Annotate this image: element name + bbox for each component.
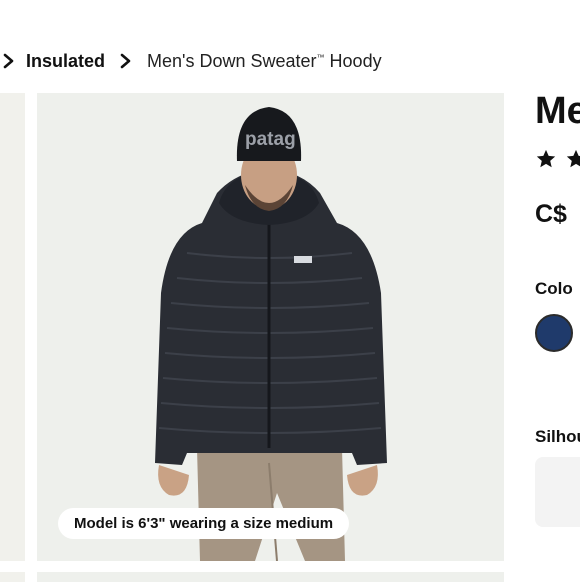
gallery-thumbnail-previous[interactable] [0,93,25,561]
product-rating[interactable] [535,148,580,170]
pants-shape [197,448,345,561]
trademark-symbol: ™ [316,52,325,62]
breadcrumb-current-label: Men's Down Sweater [147,50,317,71]
left-hand [158,465,189,496]
gallery-thumbnail[interactable] [0,572,25,582]
product-title: Me [535,90,580,132]
breadcrumb: Insulated Men's Down Sweater™ Hoody [0,46,382,76]
color-swatch-navy[interactable] [535,314,573,352]
silhouette-option[interactable] [535,457,580,527]
chevron-right-icon [0,52,18,70]
star-icon [566,149,580,168]
product-main-image[interactable]: patag Model is 6'3" wearing a size mediu… [37,93,504,561]
product-price: C$ [535,200,567,228]
star-icon [536,149,556,168]
right-hand [347,465,378,496]
breadcrumb-current-suffix: Hoody [329,50,382,71]
breadcrumb-link-insulated[interactable]: Insulated [26,51,105,72]
model-photo: patag [155,107,387,561]
chevron-right-icon [117,52,135,70]
model-size-caption: Model is 6'3" wearing a size medium [58,508,350,539]
breadcrumb-current-page: Men's Down Sweater™ Hoody [147,51,382,72]
color-label: Colo [535,279,573,298]
gallery-thumbnail[interactable] [37,572,504,582]
chest-logo [294,256,312,263]
beanie-logo-text: patag [245,129,296,150]
silhouette-label: Silhou [535,427,580,446]
